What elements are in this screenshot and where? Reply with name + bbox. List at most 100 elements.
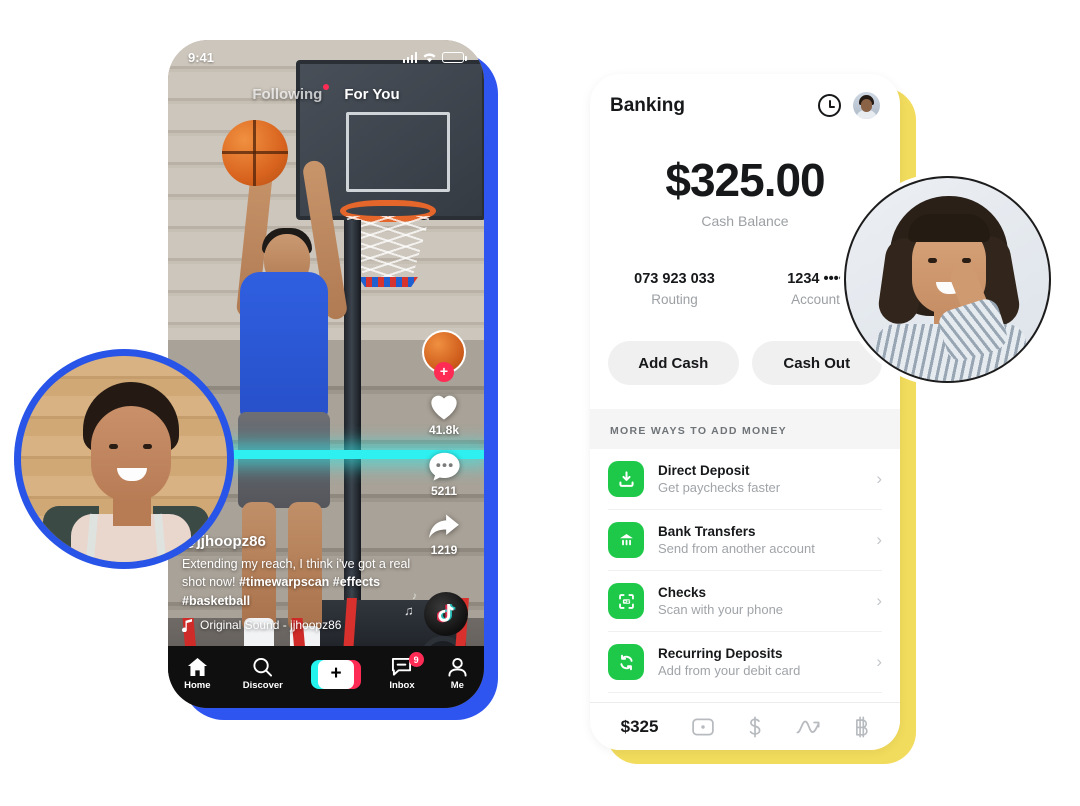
bank-transfers-text: Bank Transfers Send from another account — [658, 524, 862, 556]
avatar-right-bangs — [908, 214, 990, 242]
caption-text: Extending my reach, I think i've got a r… — [182, 555, 422, 611]
signal-bars-icon — [402, 51, 417, 63]
nav-inbox-label: Inbox — [389, 680, 415, 691]
caption-hashtags-1[interactable]: #timewarpscan #effects — [239, 575, 380, 589]
stocks-chart-icon[interactable] — [796, 718, 820, 736]
plus-create-icon: + — [318, 659, 355, 689]
bank-transfers-subtitle: Send from another account — [658, 541, 815, 556]
check-scan-icon — [608, 583, 644, 619]
home-icon — [187, 657, 207, 677]
recurring-deposits-title: Recurring Deposits — [658, 646, 783, 661]
checks-subtitle: Scan with your phone — [658, 602, 784, 617]
cashapp-banking-screen: Banking $325.00 Cash Balance 073 923 033… — [590, 74, 900, 750]
direct-deposit-title: Direct Deposit — [658, 463, 750, 478]
tab-following-label: Following — [252, 86, 323, 103]
add-money-list: Direct Deposit Get paychecks faster › Ba… — [590, 449, 900, 693]
feed-tabs: Following For You — [168, 84, 484, 103]
avatar-left-eye-right — [143, 444, 152, 449]
page-title: Banking — [610, 94, 685, 116]
player-shorts — [238, 412, 330, 508]
tiktok-phone-mockup: 9:41 Following For You + 41.8k 5211 1219… — [168, 40, 498, 720]
share-action[interactable]: 1219 — [427, 512, 461, 557]
follow-plus-button[interactable]: + — [434, 362, 454, 382]
floating-note-small: ♪ — [412, 591, 417, 602]
tab-for-you[interactable]: For You — [344, 86, 399, 103]
checks-text: Checks Scan with your phone — [658, 585, 862, 617]
tiktok-action-rail: + 41.8k 5211 1219 — [416, 330, 472, 571]
avatar-left-photo — [21, 356, 227, 562]
music-label: Original Sound - jjhoopz86 — [200, 618, 342, 632]
basketball-net-trim — [358, 277, 418, 287]
avatar-right-eye-left — [928, 258, 937, 263]
battery-icon — [442, 51, 467, 63]
like-action[interactable]: 41.8k — [427, 390, 461, 437]
nav-item-home[interactable]: Home — [184, 657, 211, 691]
caption-hashtags-2[interactable]: #basketball — [182, 594, 250, 608]
nav-discover-label: Discover — [242, 680, 283, 691]
cash-out-button[interactable]: Cash Out — [751, 341, 882, 385]
following-notification-dot — [323, 84, 330, 90]
status-time: 9:41 — [188, 49, 215, 65]
player-jersey — [240, 272, 328, 422]
inbox-badge: 9 — [408, 652, 424, 667]
action-buttons-row: Add Cash Cash Out — [590, 341, 900, 385]
share-arrow-icon — [427, 512, 461, 541]
card-icon[interactable] — [691, 718, 714, 736]
list-item-bank-transfers[interactable]: Bank Transfers Send from another account… — [608, 510, 882, 571]
basketball — [222, 120, 288, 186]
dollar-icon[interactable] — [747, 716, 763, 738]
nav-me-label: Me — [450, 680, 464, 691]
tiktok-note-disc-icon[interactable]: ♪ ♫ — [404, 591, 468, 636]
clock-icon[interactable] — [818, 94, 841, 117]
tiktok-phone-screen: 9:41 Following For You + 41.8k 5211 1219… — [168, 40, 484, 708]
heart-icon — [427, 390, 461, 421]
comment-action[interactable]: 5211 — [428, 451, 461, 498]
video-caption-block: @jjhoopz86 Extending my reach, I think i… — [182, 533, 422, 633]
music-note-icon — [182, 618, 192, 632]
section-header-more-ways: MORE WAYS TO ADD MONEY — [590, 409, 900, 449]
music-row[interactable]: Original Sound - jjhoopz86 — [182, 618, 422, 632]
recurring-refresh-icon — [608, 644, 644, 680]
add-cash-button[interactable]: Add Cash — [608, 341, 739, 385]
nav-item-inbox[interactable]: 9 Inbox — [389, 652, 424, 691]
phone-status-bar: 9:41 — [168, 40, 484, 74]
person-icon — [448, 657, 467, 677]
nav-item-create[interactable]: + — [311, 659, 362, 689]
nav-home-label: Home — [184, 680, 211, 691]
recurring-deposits-text: Recurring Deposits Add from your debit c… — [658, 646, 862, 678]
list-item-direct-deposit[interactable]: Direct Deposit Get paychecks faster › — [608, 449, 882, 510]
caption-username[interactable]: @jjhoopz86 — [182, 533, 422, 550]
balance-amount: $325.00 — [665, 154, 825, 206]
comment-count: 5211 — [430, 484, 458, 498]
routing-value: 073 923 033 — [634, 271, 715, 287]
cashapp-bottom-tabbar: $325 — [590, 702, 900, 750]
bitcoin-icon[interactable] — [853, 716, 869, 738]
avatar-face — [861, 99, 872, 112]
tiktok-bottom-nav: Home Discover + 9 Inbox Me — [168, 646, 484, 708]
search-icon — [253, 657, 273, 677]
bank-building-icon — [608, 522, 644, 558]
creator-avatar-button[interactable]: + — [422, 330, 466, 382]
person-avatar-left — [14, 349, 234, 569]
nav-item-me[interactable]: Me — [447, 657, 468, 691]
chevron-right-icon: › — [876, 530, 882, 549]
nav-item-discover[interactable]: Discover — [243, 657, 283, 691]
status-icons — [402, 51, 467, 63]
direct-deposit-subtitle: Get paychecks faster — [658, 480, 781, 495]
floating-note-large: ♫ — [404, 603, 414, 618]
avatar-right-eye-right — [962, 258, 971, 263]
tab-balance-amount[interactable]: $325 — [621, 717, 659, 737]
download-deposit-icon — [608, 461, 644, 497]
list-item-recurring-deposits[interactable]: Recurring Deposits Add from your debit c… — [608, 632, 882, 693]
routing-column[interactable]: 073 923 033 Routing — [604, 271, 745, 307]
avatar-right-photo — [844, 176, 1051, 383]
avatar-left-eye-left — [109, 444, 118, 449]
chevron-right-icon: › — [876, 591, 882, 610]
balance-block: $325.00 Cash Balance — [590, 153, 900, 229]
bank-transfers-title: Bank Transfers — [658, 524, 756, 539]
list-item-checks[interactable]: Checks Scan with your phone › — [608, 571, 882, 632]
profile-avatar-icon[interactable] — [853, 92, 880, 119]
chevron-right-icon: › — [876, 652, 882, 671]
tab-following[interactable]: Following — [252, 84, 330, 103]
share-count: 1219 — [430, 543, 458, 557]
